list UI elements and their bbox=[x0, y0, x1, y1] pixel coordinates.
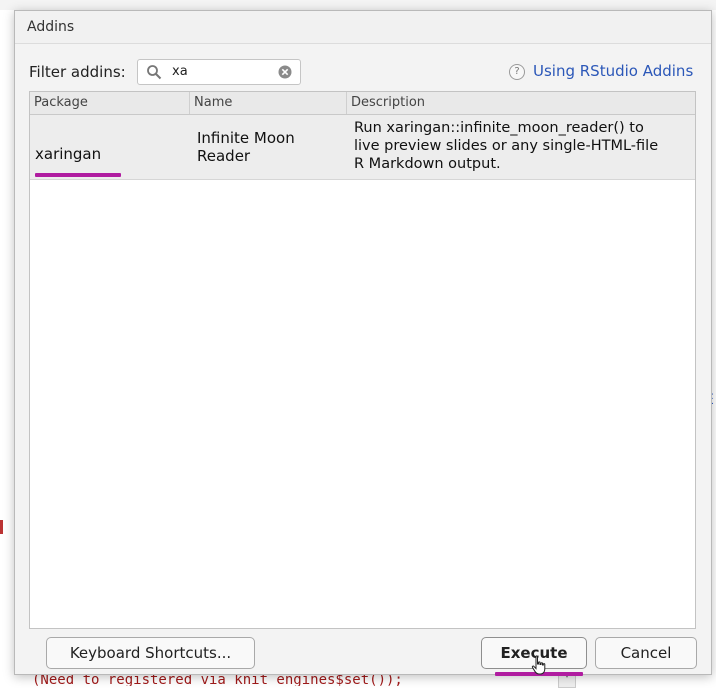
clear-search-icon[interactable] bbox=[278, 65, 292, 79]
search-icon bbox=[147, 65, 162, 80]
column-header-description[interactable]: Description bbox=[347, 92, 695, 114]
search-input[interactable] bbox=[172, 62, 268, 80]
background-toolbar bbox=[0, 0, 716, 10]
addins-dialog: Addins Filter addins: ? Using RStudio Ad… bbox=[14, 10, 712, 676]
cell-description-line: R Markdown output. bbox=[354, 156, 501, 172]
package-highlight-underline bbox=[35, 173, 121, 177]
help-icon[interactable]: ? bbox=[509, 64, 525, 80]
column-header-package[interactable]: Package bbox=[30, 92, 190, 114]
background-marker bbox=[0, 520, 3, 534]
column-header-name[interactable]: Name bbox=[190, 92, 347, 114]
cell-name: Infinite Moon Reader bbox=[192, 115, 347, 179]
addins-table: Package Name Description xaringan Infini… bbox=[29, 91, 696, 629]
cancel-button[interactable]: Cancel bbox=[595, 637, 697, 669]
table-row[interactable]: xaringan Infinite Moon Reader Run xaring… bbox=[30, 115, 695, 180]
using-rstudio-addins-link[interactable]: Using RStudio Addins bbox=[533, 62, 693, 80]
keyboard-shortcuts-button[interactable]: Keyboard Shortcuts... bbox=[46, 637, 255, 669]
search-box[interactable] bbox=[137, 59, 301, 85]
cell-description: Run xaringan::infinite_moon_reader() to … bbox=[349, 115, 695, 179]
cell-description-line: Run xaringan::infinite_moon_reader() to bbox=[354, 120, 644, 136]
filter-label: Filter addins: bbox=[29, 63, 126, 81]
cell-name-line: Infinite Moon bbox=[197, 129, 295, 147]
cell-description-line: live preview slides or any single-HTML-f… bbox=[354, 138, 659, 154]
cell-package: xaringan bbox=[35, 145, 102, 163]
dialog-header: Addins bbox=[15, 11, 711, 44]
cell-name-line: Reader bbox=[197, 147, 251, 165]
hand-cursor-icon bbox=[531, 655, 546, 675]
dialog-title: Addins bbox=[27, 19, 75, 35]
table-header: Package Name Description bbox=[30, 92, 695, 115]
